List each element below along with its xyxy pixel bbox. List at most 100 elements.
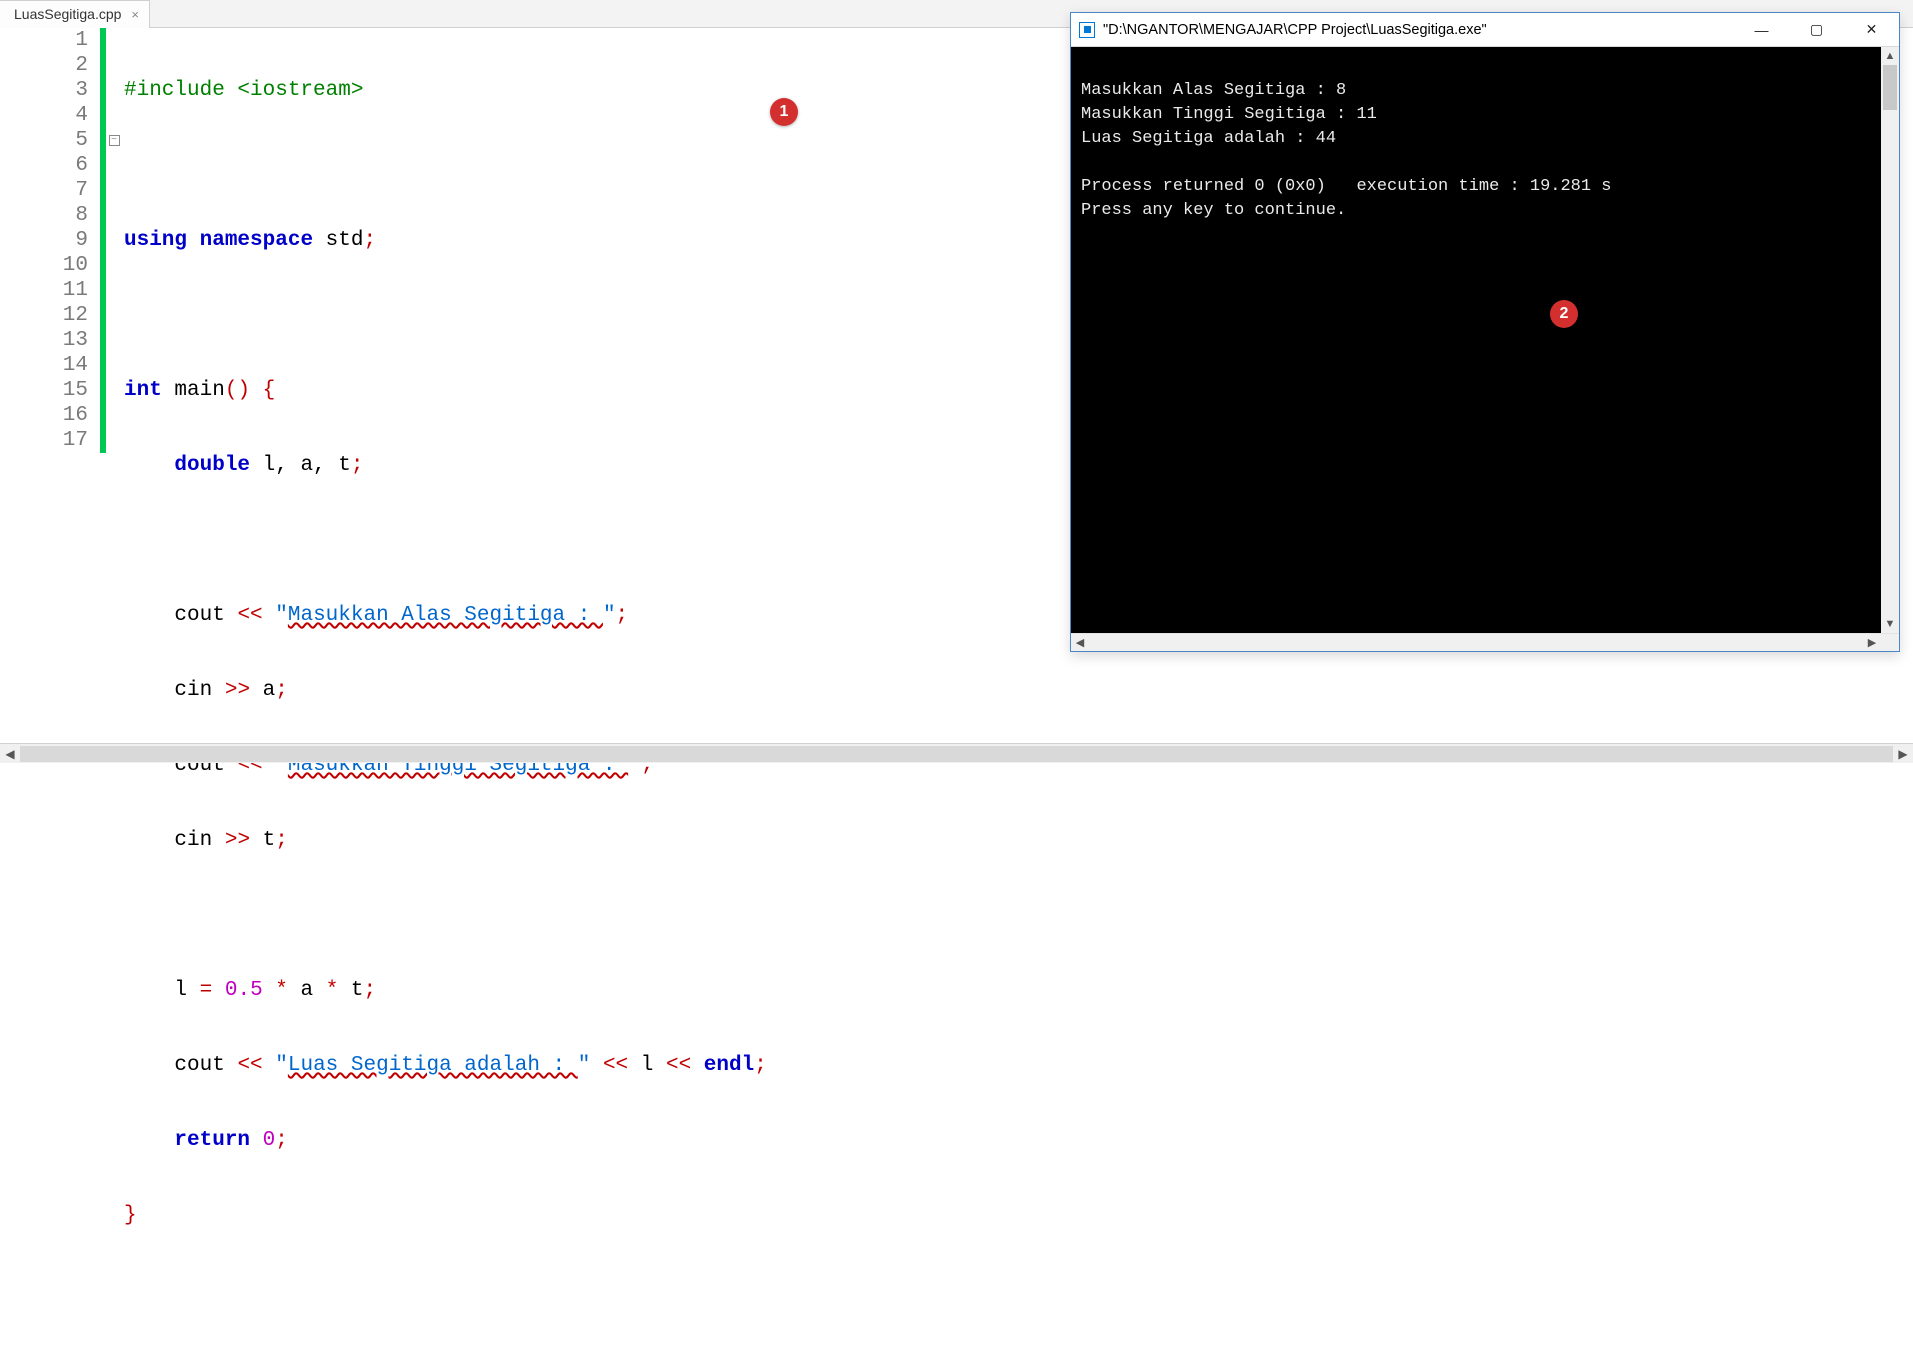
code-line <box>124 903 767 928</box>
code-token: cin <box>174 679 224 702</box>
code-token <box>263 604 276 627</box>
console-line: Masukkan Alas Segitiga : 8 <box>1081 81 1346 100</box>
code-token: " <box>275 604 288 627</box>
vertical-scrollbar[interactable]: ▲ ▼ <box>1881 47 1899 633</box>
code-token: * <box>313 979 351 1002</box>
code-token <box>124 679 174 702</box>
line-number: 10 <box>0 253 88 278</box>
line-number: 6 <box>0 153 88 178</box>
callout-badge-2: 2 <box>1550 300 1578 328</box>
code-token: ; <box>275 829 288 852</box>
line-number: 8 <box>0 203 88 228</box>
scrollbar-thumb[interactable] <box>20 746 1893 762</box>
tab-label: LuasSegitiga.cpp <box>14 6 121 22</box>
code-token: 0.5 <box>225 979 263 1002</box>
code-token: ; <box>363 229 376 252</box>
code-token: a <box>250 679 275 702</box>
code-token <box>124 1054 174 1077</box>
code-token <box>263 1054 276 1077</box>
scrollbar-thumb[interactable] <box>1883 65 1897 110</box>
tab-file[interactable]: LuasSegitiga.cpp × <box>0 0 150 28</box>
code-token <box>124 979 174 1002</box>
line-number-gutter: 1 2 3 4 5 6 7 8 9 10 11 12 13 14 15 16 1… <box>0 28 100 1353</box>
code-token: = <box>200 979 213 1002</box>
code-token: } <box>124 1204 137 1227</box>
code-line <box>124 153 767 178</box>
code-token: endl <box>704 1054 754 1077</box>
code-token: t <box>250 829 275 852</box>
scroll-right-icon[interactable]: ▶ <box>1893 744 1913 763</box>
scroll-right-icon[interactable]: ▶ <box>1863 634 1881 651</box>
code-token: int <box>124 379 162 402</box>
code-token: cout <box>174 604 237 627</box>
console-line: Masukkan Tinggi Segitiga : 11 <box>1081 105 1377 124</box>
console-line: Process returned 0 (0x0) execution time … <box>1081 177 1612 196</box>
code-line <box>124 303 767 328</box>
close-button[interactable]: ✕ <box>1844 13 1899 46</box>
scrollbar-track[interactable] <box>20 744 1893 763</box>
code-token: << <box>237 604 262 627</box>
code-line <box>124 528 767 553</box>
code-token <box>124 604 174 627</box>
code-token: cin <box>174 829 224 852</box>
scroll-left-icon[interactable]: ◀ <box>1071 634 1089 651</box>
code-token: l <box>641 1054 654 1077</box>
console-horizontal-scrollbar[interactable]: ◀ ▶ <box>1071 633 1899 651</box>
line-number: 11 <box>0 278 88 303</box>
code-token: >> <box>225 829 250 852</box>
code-token: << <box>590 1054 640 1077</box>
code-token: double <box>174 454 250 477</box>
line-number: 7 <box>0 178 88 203</box>
line-number: 5 <box>0 128 88 153</box>
code-token: main <box>174 379 224 402</box>
fold-gutter: − <box>106 28 122 1353</box>
minimize-button[interactable]: — <box>1734 13 1789 46</box>
line-number: 12 <box>0 303 88 328</box>
code-token: " <box>578 1054 591 1077</box>
code-body[interactable]: #include <iostream> using namespace std;… <box>122 28 767 1353</box>
scroll-left-icon[interactable]: ◀ <box>0 744 20 763</box>
titlebar[interactable]: "D:\NGANTOR\MENGAJAR\CPP Project\LuasSeg… <box>1071 13 1899 47</box>
scroll-down-icon[interactable]: ▼ <box>1881 615 1899 633</box>
line-number: 4 <box>0 103 88 128</box>
app-icon <box>1079 22 1095 38</box>
callout-badge-1: 1 <box>770 98 798 126</box>
code-token <box>124 1129 174 1152</box>
code-token: Masukkan Alas Segitiga : <box>288 604 603 627</box>
code-token: ; <box>364 979 377 1002</box>
scrollbar-corner <box>1881 634 1899 651</box>
code-token <box>250 1129 263 1152</box>
code-token: ; <box>754 1054 767 1077</box>
code-token: namespace <box>200 229 313 252</box>
code-token: using <box>124 229 187 252</box>
code-token <box>124 454 174 477</box>
code-token: ; <box>275 1129 288 1152</box>
code-token: ; <box>351 454 364 477</box>
line-number: 16 <box>0 403 88 428</box>
code-token: std <box>326 229 364 252</box>
code-token: >> <box>225 679 250 702</box>
code-token: " <box>603 604 616 627</box>
fold-icon[interactable]: − <box>109 135 120 146</box>
maximize-button[interactable]: ▢ <box>1789 13 1844 46</box>
console-line: Press any key to continue. <box>1081 201 1346 220</box>
line-number: 17 <box>0 428 88 453</box>
scrollbar-track[interactable] <box>1089 634 1863 651</box>
line-number: 13 <box>0 328 88 353</box>
code-token: () <box>225 379 250 402</box>
code-token: ; <box>275 679 288 702</box>
code-token: << <box>653 1054 703 1077</box>
code-token: ; <box>616 604 629 627</box>
line-number: 1 <box>0 28 88 53</box>
close-icon[interactable]: × <box>131 8 139 21</box>
code-token <box>212 979 225 1002</box>
code-token: l, a, t <box>250 454 351 477</box>
scrollbar-track[interactable] <box>1881 65 1899 615</box>
scroll-up-icon[interactable]: ▲ <box>1881 47 1899 65</box>
line-number: 9 <box>0 228 88 253</box>
code-token <box>124 829 174 852</box>
horizontal-scrollbar[interactable]: ◀ ▶ <box>0 743 1913 763</box>
code-token: return <box>174 1129 250 1152</box>
console-output[interactable]: Masukkan Alas Segitiga : 8 Masukkan Ting… <box>1071 47 1881 633</box>
line-number: 2 <box>0 53 88 78</box>
